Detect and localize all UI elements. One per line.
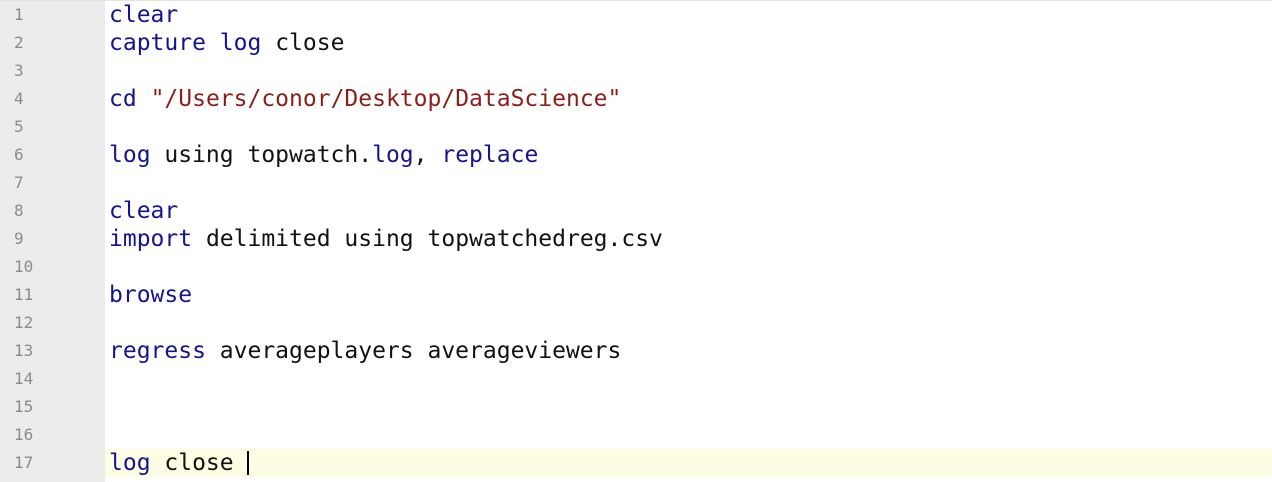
text-token: close xyxy=(150,450,248,476)
line-number: 5 xyxy=(14,117,24,136)
code-line[interactable] xyxy=(105,169,1272,197)
line-number-gutter: 1 2 3 4 5 6 7 8 9 10 11 12 13 14 15 16 17 xyxy=(0,1,105,482)
code-editor[interactable]: 1 2 3 4 5 6 7 8 9 10 11 12 13 14 15 16 17 clear capture l… xyxy=(0,0,1272,482)
line-number: 7 xyxy=(14,173,24,192)
code-line[interactable]: clear xyxy=(105,1,1272,29)
text-token: delimited using topwatchedreg.csv xyxy=(192,226,663,252)
keyword-token: capture xyxy=(109,30,206,56)
line-number: 1 xyxy=(14,5,24,24)
text-cursor xyxy=(247,451,250,475)
code-line[interactable]: clear xyxy=(105,197,1272,225)
line-number: 13 xyxy=(14,341,34,360)
code-line[interactable]: browse xyxy=(105,281,1272,309)
code-line[interactable]: regress averageplayers averageviewers xyxy=(105,337,1272,365)
line-number: 16 xyxy=(14,425,34,444)
line-number: 10 xyxy=(14,257,34,276)
line-number: 8 xyxy=(14,201,24,220)
text-token: , xyxy=(413,142,442,168)
code-line[interactable] xyxy=(105,393,1272,421)
text-token: using topwatch. xyxy=(150,142,373,168)
code-line[interactable] xyxy=(105,309,1272,337)
text-token: close xyxy=(261,30,345,56)
line-number: 17 xyxy=(14,453,34,472)
line-number: 2 xyxy=(14,33,24,52)
code-line[interactable] xyxy=(105,253,1272,281)
keyword-token: browse xyxy=(109,282,193,308)
text-token: averageplayers averageviewers xyxy=(205,338,622,364)
code-line[interactable] xyxy=(105,57,1272,85)
current-code-line[interactable]: log close xyxy=(105,449,1272,477)
keyword-token: log xyxy=(109,450,151,476)
keyword-token: log xyxy=(109,142,151,168)
keyword-token: clear xyxy=(109,198,179,224)
code-line[interactable] xyxy=(105,365,1272,393)
string-token: "/Users/conor/Desktop/DataScience" xyxy=(150,86,622,112)
keyword-token: cd xyxy=(109,86,137,112)
keyword-token: log xyxy=(219,30,262,56)
line-number: 3 xyxy=(14,61,24,80)
keyword-token: clear xyxy=(109,2,179,28)
line-number: 11 xyxy=(14,285,34,304)
code-line[interactable]: import delimited using topwatchedreg.csv xyxy=(105,225,1272,253)
line-number: 14 xyxy=(14,369,34,388)
keyword-token: log xyxy=(372,142,414,168)
line-number: 15 xyxy=(14,397,34,416)
code-line[interactable] xyxy=(105,113,1272,141)
line-number: 9 xyxy=(14,229,24,248)
line-number: 6 xyxy=(14,145,24,164)
code-line[interactable]: log using topwatch.log, replace xyxy=(105,141,1272,169)
code-line[interactable]: capture log close xyxy=(105,29,1272,57)
keyword-token: import xyxy=(109,226,193,252)
code-line[interactable] xyxy=(105,421,1272,449)
code-line[interactable]: cd "/Users/conor/Desktop/DataScience" xyxy=(105,85,1272,113)
keyword-token: replace xyxy=(441,142,539,168)
line-number: 12 xyxy=(14,313,34,332)
keyword-token: regress xyxy=(109,338,206,364)
line-number: 4 xyxy=(14,89,24,108)
code-area[interactable]: clear capture log close cd "/Users/conor/D… xyxy=(105,1,1272,482)
